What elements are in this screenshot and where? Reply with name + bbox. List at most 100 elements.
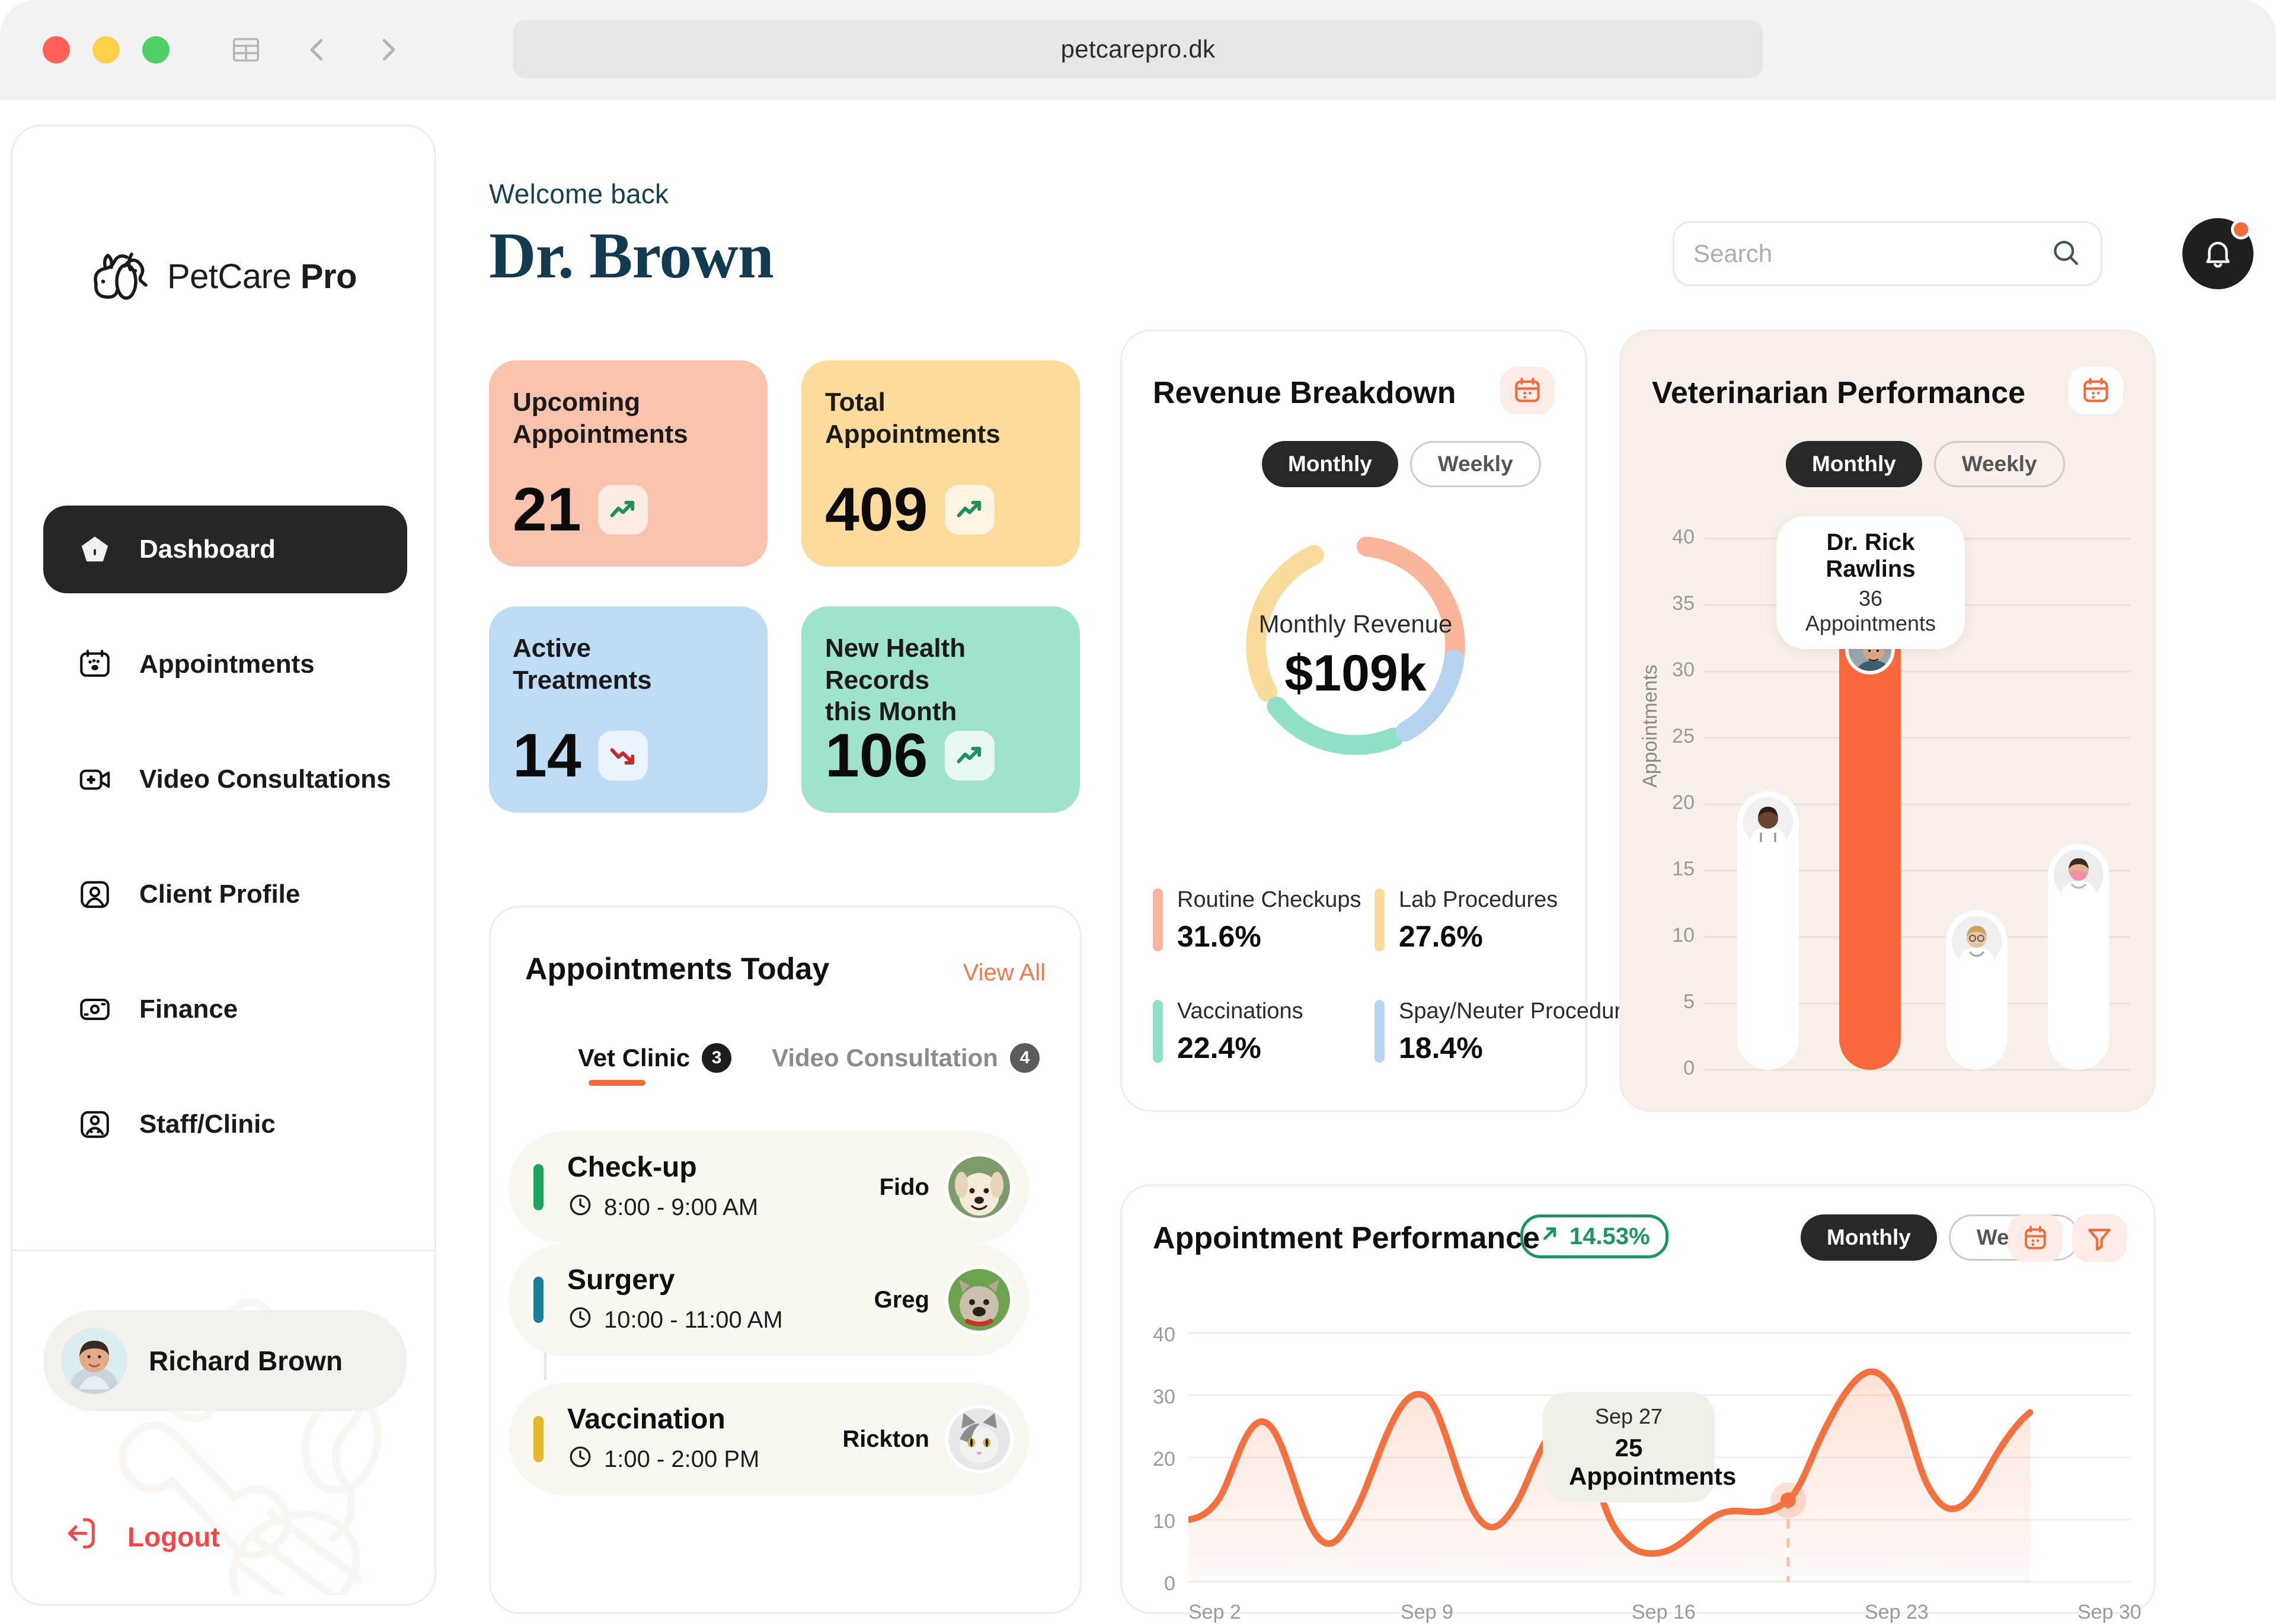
calendar-icon[interactable] <box>2069 367 2123 414</box>
search-input[interactable] <box>1693 239 2050 268</box>
trend-up-icon <box>597 485 648 535</box>
sidebar-item-finance[interactable]: Finance <box>43 966 407 1053</box>
vet-tooltip-sub: 36 Appointments <box>1805 586 1936 635</box>
trend-up-icon <box>944 731 995 781</box>
appointment-time-row: 8:00 - 9:00 AM <box>567 1192 880 1224</box>
donut-center-value: $109k <box>1284 645 1427 702</box>
home-icon <box>76 531 113 568</box>
sidebar-profile[interactable]: Richard Brown <box>43 1310 407 1411</box>
calendar-icon[interactable] <box>1500 367 1555 414</box>
avatar <box>61 1328 127 1394</box>
appointment-time: 8:00 - 9:00 AM <box>604 1194 759 1220</box>
pet-avatar <box>945 1405 1014 1473</box>
stat-value: 409 <box>825 475 928 544</box>
stat-label: Total Appointments <box>825 388 1000 449</box>
revenue-toggle-weekly[interactable]: Weekly <box>1409 441 1541 487</box>
x-tick-sep-30: Sep 30 <box>2077 1601 2141 1623</box>
bell-icon <box>2206 242 2230 268</box>
appointment-chart-tooltip: Sep 27 25 Appointments <box>1543 1392 1737 1502</box>
tab-label: Video Consultation <box>772 1044 998 1072</box>
sidebar-item-label: Staff/Clinic <box>139 1110 276 1139</box>
perf-y-tick-30: 30 <box>1153 1386 1175 1408</box>
panel-icon[interactable] <box>229 33 263 67</box>
appointment-performance-title: Appointment Performance <box>1153 1221 1540 1255</box>
appointment-row-surgery[interactable]: Surgery 10:00 - 11:00 AM Greg <box>509 1243 1029 1356</box>
vet-avatar-3 <box>1952 916 2002 966</box>
stat-card-active-treatments[interactable]: Active Treatments 14 <box>489 606 768 813</box>
stat-card-upcoming-appointments[interactable]: Upcoming Appointments 21 <box>489 360 768 567</box>
perf-y-tick-20: 20 <box>1153 1448 1175 1470</box>
perf-y-tick-10: 10 <box>1153 1510 1175 1533</box>
back-button[interactable] <box>300 33 334 67</box>
donut-center-label: Monthly Revenue <box>1258 610 1453 638</box>
appointment-time-row: 1:00 - 2:00 PM <box>567 1444 842 1476</box>
staff-icon <box>76 1106 113 1143</box>
filter-icon[interactable] <box>2072 1214 2127 1262</box>
vet-toggle-weekly[interactable]: Weekly <box>1933 441 2065 487</box>
maximize-window-button[interactable] <box>142 36 170 63</box>
forward-button[interactable] <box>371 33 405 67</box>
sidebar-item-dashboard[interactable]: Dashboard <box>43 506 407 593</box>
view-all-link[interactable]: View All <box>963 960 1046 986</box>
window-controls <box>43 36 170 63</box>
trend-up-icon <box>944 485 995 535</box>
vet-performance-title: Veterinarian Performance <box>1652 376 2026 410</box>
tooltip-value: 25 Appointments <box>1569 1434 1737 1490</box>
sidebar-item-video-consultations[interactable]: Video Consultations <box>43 736 407 823</box>
legend-swatch <box>1153 888 1163 951</box>
address-bar[interactable]: petcarepro.dk <box>513 20 1763 78</box>
appointment-toggle-monthly[interactable]: Monthly <box>1801 1214 1937 1261</box>
stat-value: 106 <box>825 721 928 790</box>
appointment-performance-card: Appointment Performance 14.53% Monthly W… <box>1120 1184 2156 1623</box>
tab-vet-clinic[interactable]: Vet Clinic 3 <box>578 1043 732 1086</box>
search-icon[interactable] <box>2050 236 2082 271</box>
appointment-type: Check-up <box>567 1151 697 1183</box>
notifications-button[interactable] <box>2182 218 2253 289</box>
sidebar-item-label: Dashboard <box>139 535 276 564</box>
pet-name: Greg <box>874 1286 929 1313</box>
arrow-up-right-icon <box>1539 1222 1561 1251</box>
sidebar-item-staff-clinic[interactable]: Staff/Clinic <box>43 1080 407 1168</box>
vet-period-toggle: Monthly Weekly <box>1786 441 2065 487</box>
stat-value: 14 <box>513 721 581 790</box>
logout-label: Logout <box>127 1521 220 1552</box>
appointment-type: Vaccination <box>567 1403 725 1435</box>
sidebar-item-client-profile[interactable]: Client Profile <box>43 851 407 938</box>
perf-y-tick-0: 0 <box>1164 1572 1175 1595</box>
app-root: PetCare Pro Dashboard Appointments Video… <box>0 100 2276 1623</box>
legend-item-spay-neuter: Spay/Neuter Procedures 18.4% <box>1374 1000 1645 1063</box>
revenue-title: Revenue Breakdown <box>1153 376 1456 410</box>
appointments-tabs: Vet Clinic 3 Video Consultation 4 <box>578 1043 1040 1086</box>
growth-value: 14.53% <box>1569 1223 1650 1249</box>
sidebar-item-appointments[interactable]: Appointments <box>43 621 407 708</box>
legend-label: Spay/Neuter Procedures <box>1399 999 1646 1024</box>
y-tick-10: 10 <box>1672 924 1695 947</box>
minimize-window-button[interactable] <box>92 36 120 63</box>
appointment-row-vaccination[interactable]: Vaccination 1:00 - 2:00 PM Rickton <box>509 1383 1029 1495</box>
close-window-button[interactable] <box>43 36 70 63</box>
y-tick-0: 0 <box>1683 1057 1695 1079</box>
logout-button[interactable]: Logout <box>62 1514 220 1559</box>
vet-tooltip: Dr. Rick Rawlins 36 Appointments <box>1776 516 1965 649</box>
legend-item-vaccinations: Vaccinations 22.4% <box>1153 1000 1303 1063</box>
revenue-toggle-monthly[interactable]: Monthly <box>1262 441 1398 487</box>
notification-badge <box>2231 219 2251 239</box>
tab-video-consultation[interactable]: Video Consultation 4 <box>772 1043 1040 1086</box>
legend-label: Lab Procedures <box>1399 887 1558 912</box>
vet-bar-2-highlighted[interactable] <box>1839 619 1901 1070</box>
search-box[interactable] <box>1673 221 2102 286</box>
app-logo[interactable]: PetCare Pro <box>12 251 434 302</box>
stat-card-total-appointments[interactable]: Total Appointments 409 <box>801 360 1080 567</box>
veterinarian-performance-card: Veterinarian Performance Monthly Weekly … <box>1619 330 2156 1112</box>
calendar-icon[interactable] <box>2008 1214 2063 1262</box>
main-content: Welcome back Dr. Brown UpcomingAppointme… <box>474 100 2276 1623</box>
vet-toggle-monthly[interactable]: Monthly <box>1786 441 1922 487</box>
trend-down-icon <box>597 731 648 781</box>
appointment-accent <box>533 1164 544 1210</box>
appointment-row-checkup[interactable]: Check-up 8:00 - 9:00 AM Fido <box>509 1131 1029 1243</box>
page-title: Dr. Brown <box>489 219 774 292</box>
stat-card-new-health-records[interactable]: New Health Records this Month 106 <box>801 606 1080 813</box>
y-tick-35: 35 <box>1672 592 1695 615</box>
welcome-text: Welcome back <box>489 178 669 209</box>
tab-count-badge: 3 <box>702 1043 732 1073</box>
